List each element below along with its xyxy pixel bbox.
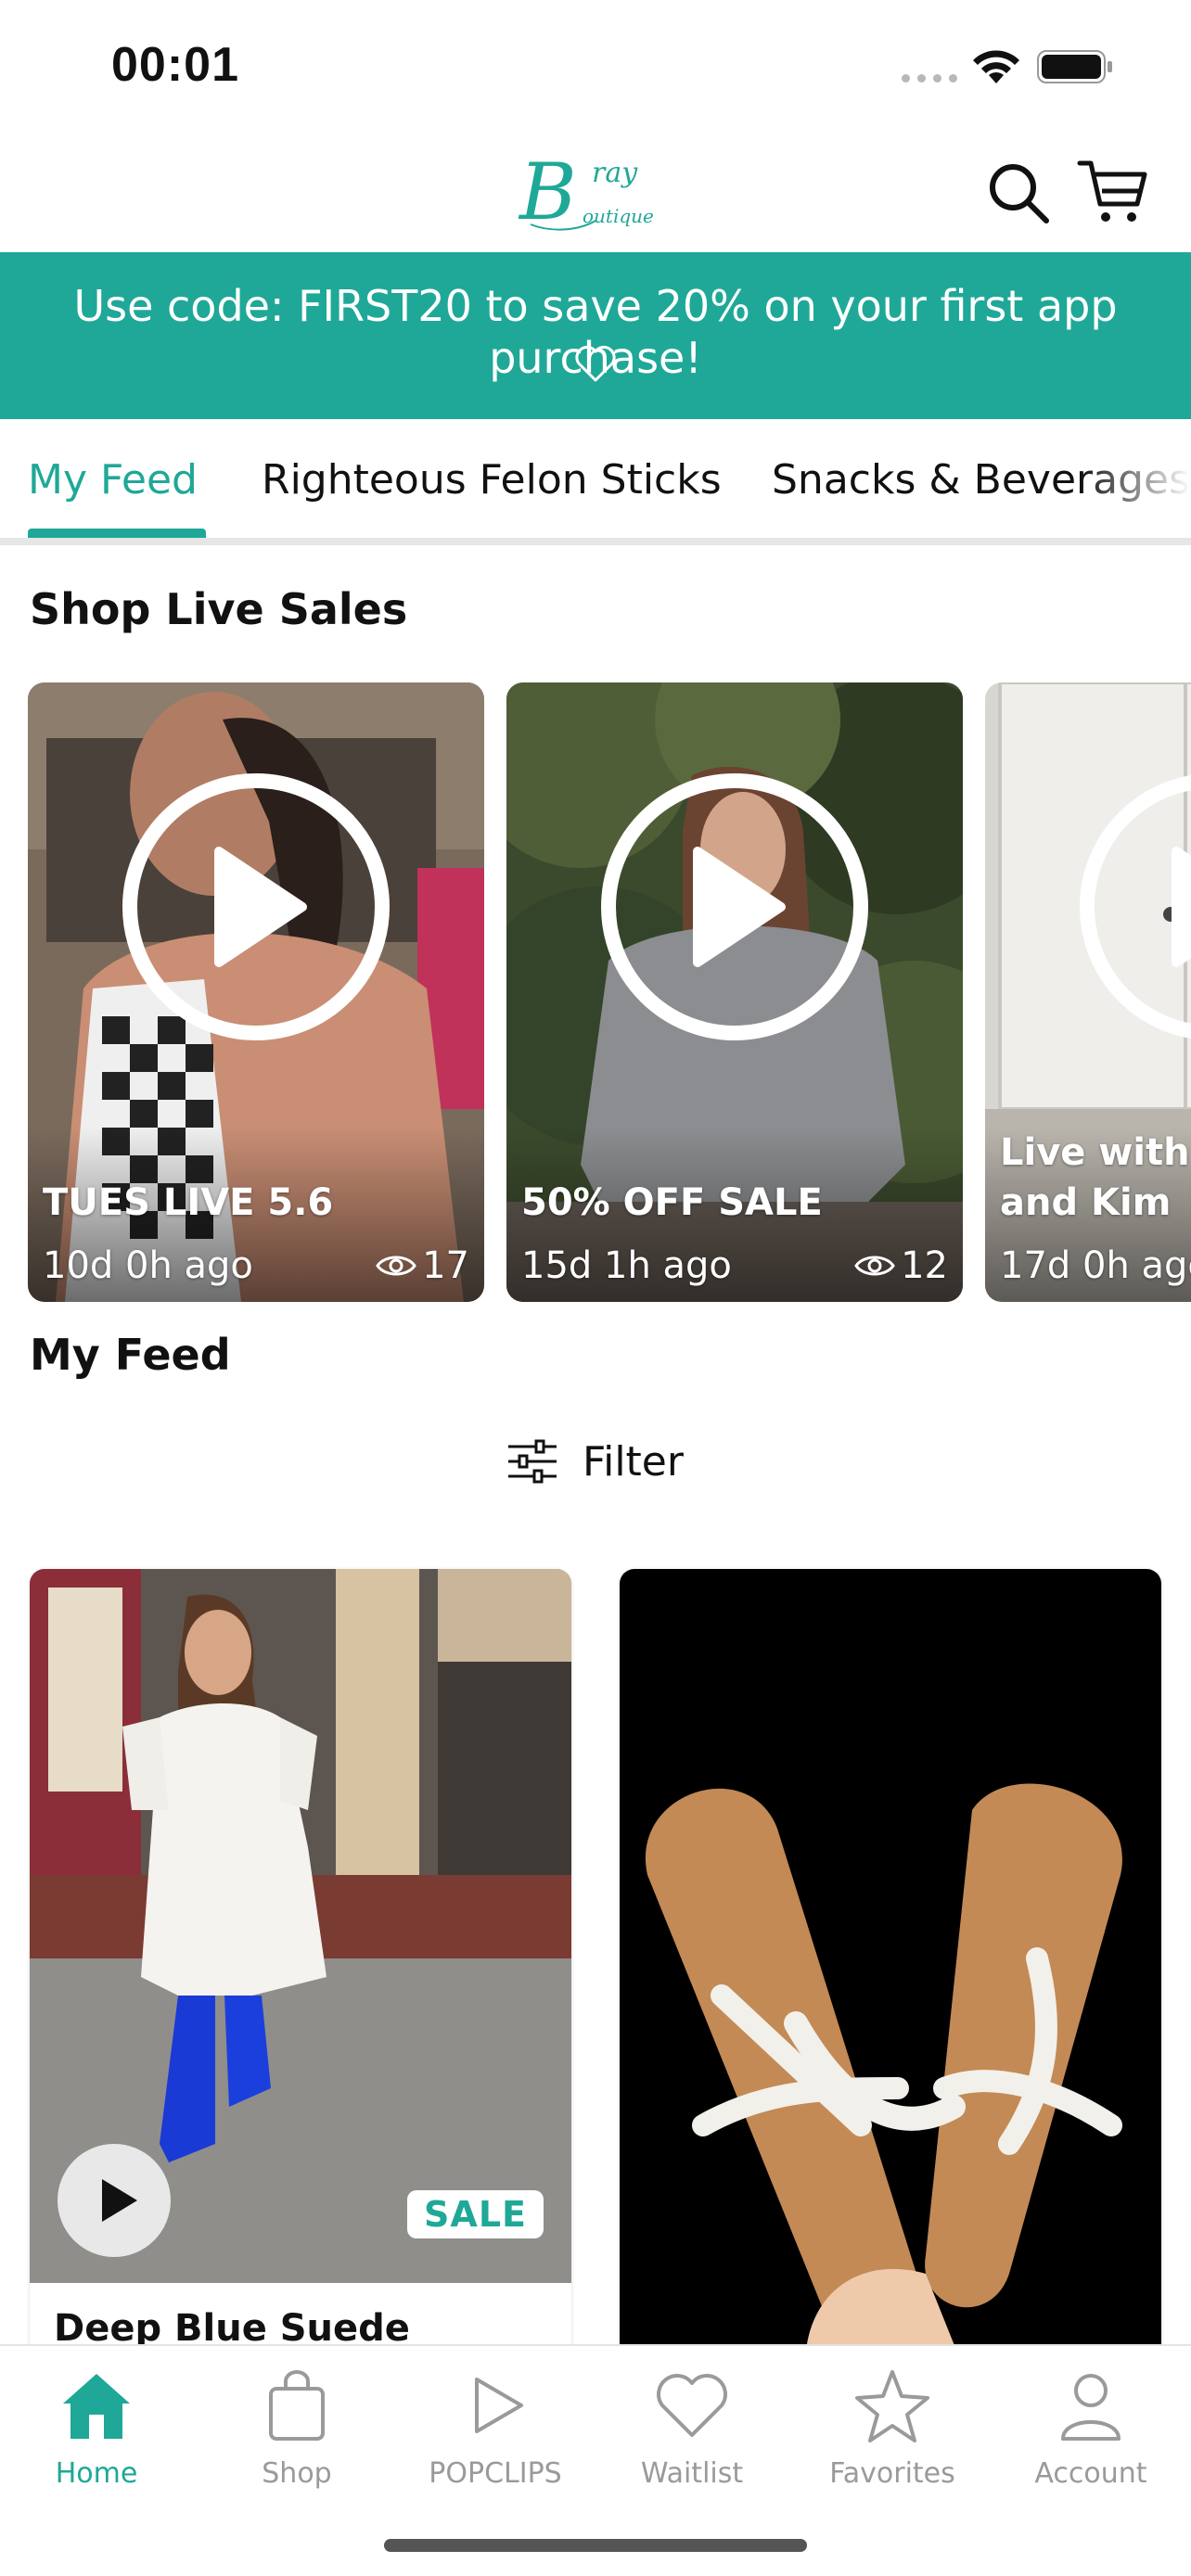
home-icon <box>63 2374 130 2439</box>
nav-label: Shop <box>262 2457 332 2490</box>
cart-icon[interactable] <box>1076 154 1150 228</box>
nav-label: Favorites <box>829 2457 955 2490</box>
nav-home[interactable]: Home <box>13 2366 180 2490</box>
active-tab-indicator <box>28 529 206 538</box>
promo-banner[interactable]: Use code: FIRST20 to save 20% on your fi… <box>0 252 1191 419</box>
home-indicator <box>384 2539 807 2552</box>
category-tabs: My Feed Righteous Felon Sticks Snacks & … <box>0 419 1191 545</box>
filter-button[interactable]: Filter <box>506 1432 684 1491</box>
heart-icon <box>575 345 616 382</box>
svg-text:outique: outique <box>583 205 654 227</box>
nav-account[interactable]: Account <box>1007 2366 1174 2490</box>
live-sale-views: 17 <box>376 1244 469 1287</box>
live-sale-title: Live with A and Kim <box>1000 1128 1191 1228</box>
svg-text:ray: ray <box>592 157 638 189</box>
nav-popclips[interactable]: POPCLIPS <box>412 2366 579 2490</box>
star-icon <box>855 2370 929 2442</box>
person-icon <box>1061 2374 1121 2441</box>
play-icon <box>475 2378 523 2433</box>
nav-waitlist[interactable]: Waitlist <box>608 2366 775 2490</box>
feed-heading: My Feed <box>30 1330 231 1380</box>
svg-text:B: B <box>518 147 577 237</box>
play-icon[interactable] <box>1074 768 1191 1046</box>
cellular-signal-icon <box>902 74 957 83</box>
live-sale-title-line: and Kim <box>1000 1181 1172 1224</box>
play-icon[interactable] <box>117 768 395 1046</box>
nav-label: Account <box>1034 2457 1147 2490</box>
tab-scroll-fade <box>1080 419 1191 538</box>
product-image <box>620 1569 1161 2366</box>
status-bar: 00:01 <box>0 0 1191 130</box>
live-sale-views: 12 <box>854 1244 948 1287</box>
live-sale-title-line: Live with A <box>1000 1131 1191 1174</box>
live-sale-title: TUES LIVE 5.6 <box>43 1181 334 1224</box>
bag-icon <box>269 2370 325 2441</box>
status-time: 00:01 <box>111 38 239 92</box>
nav-label: POPCLIPS <box>429 2457 562 2490</box>
view-count: 17 <box>422 1244 469 1287</box>
live-sale-title: 50% OFF SALE <box>521 1181 823 1224</box>
play-icon[interactable] <box>596 768 874 1046</box>
wifi-icon <box>973 50 1019 83</box>
product-card[interactable]: SALE Deep Blue Suede <box>30 1569 571 2366</box>
app-header: B ray outique <box>0 130 1191 252</box>
brand-logo[interactable]: B ray outique <box>512 139 688 241</box>
product-card[interactable] <box>620 1569 1161 2366</box>
live-sale-card[interactable]: TUES LIVE 5.6 10d 0h ago 17 <box>28 682 484 1302</box>
sale-badge: SALE <box>407 2190 544 2238</box>
nav-shop[interactable]: Shop <box>213 2366 380 2490</box>
live-sales-heading: Shop Live Sales <box>30 584 408 634</box>
live-sale-card[interactable]: 50% OFF SALE 15d 1h ago 12 <box>506 682 963 1302</box>
eye-icon <box>854 1256 895 1276</box>
nav-label: Waitlist <box>640 2457 744 2490</box>
tab-my-feed[interactable]: My Feed <box>28 456 198 504</box>
search-icon[interactable] <box>981 156 1056 230</box>
battery-icon <box>1037 50 1112 83</box>
eye-icon <box>376 1256 416 1276</box>
live-sale-card[interactable]: Live with A and Kim 17d 0h ago <box>985 682 1191 1302</box>
live-sale-time-ago: 17d 0h ago <box>1000 1244 1191 1287</box>
nav-favorites[interactable]: Favorites <box>809 2366 976 2490</box>
video-play-button[interactable] <box>58 2144 171 2257</box>
filter-label: Filter <box>583 1437 684 1486</box>
tab-righteous-felon-sticks[interactable]: Righteous Felon Sticks <box>262 456 722 504</box>
heart-icon <box>657 2374 727 2437</box>
live-sale-time-ago: 10d 0h ago <box>43 1244 253 1287</box>
view-count: 12 <box>901 1244 948 1287</box>
nav-label: Home <box>55 2457 138 2490</box>
sliders-icon <box>508 1439 557 1484</box>
play-icon <box>102 2179 137 2222</box>
live-sales-carousel: TUES LIVE 5.6 10d 0h ago 17 50% OFF SALE <box>0 682 1191 1304</box>
live-sale-time-ago: 15d 1h ago <box>521 1244 732 1287</box>
